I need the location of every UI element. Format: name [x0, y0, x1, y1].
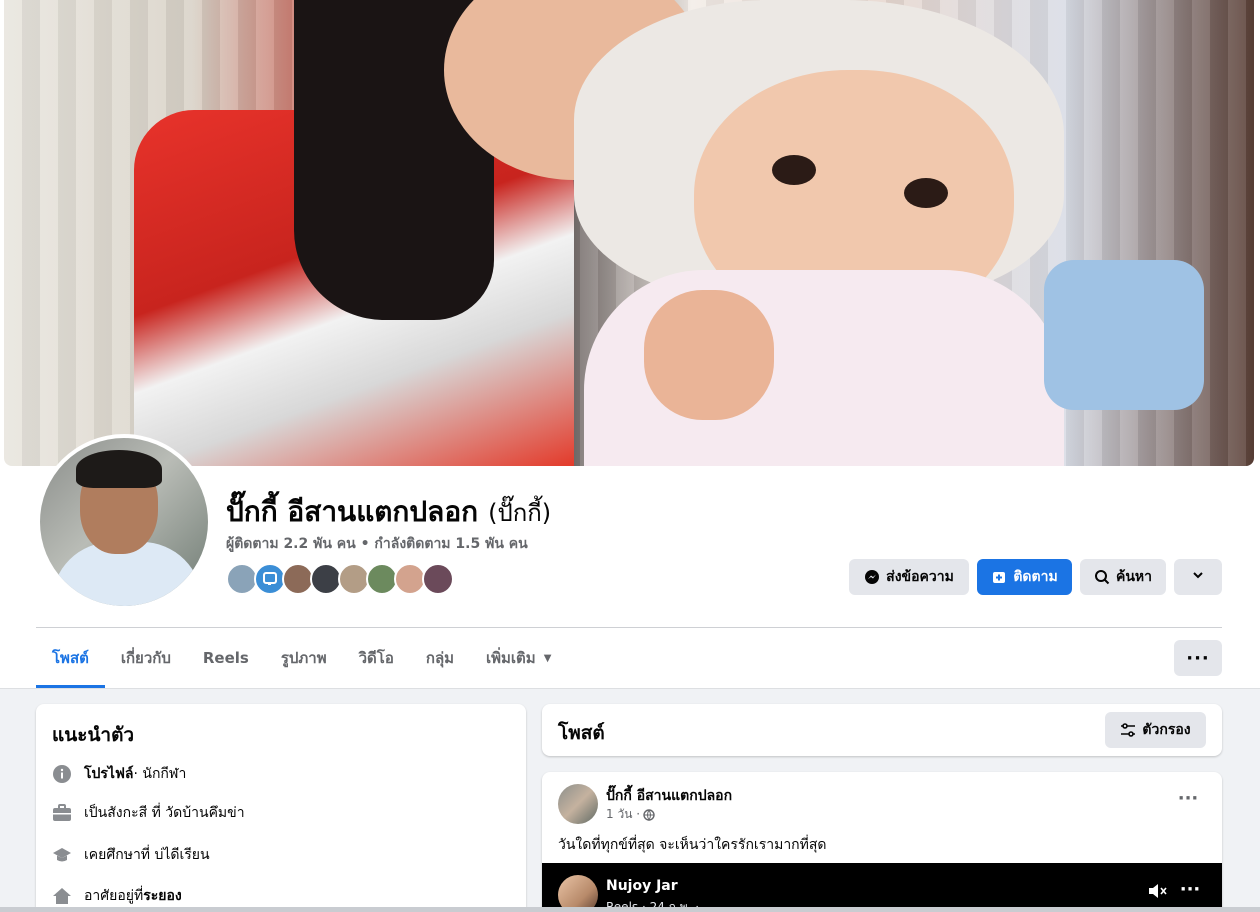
search-button[interactable]: ค้นหา — [1080, 559, 1166, 595]
profile-avatar[interactable] — [36, 434, 212, 610]
ellipsis-icon: ··· — [1186, 647, 1210, 669]
briefcase-icon — [52, 803, 72, 823]
tab-posts[interactable]: โพสต์ — [36, 628, 105, 688]
graduation-cap-icon — [52, 845, 72, 865]
post-time[interactable]: 1 วัน · — [606, 805, 640, 824]
horizontal-scrollbar[interactable] — [0, 907, 1260, 912]
reel-author-name[interactable]: Nujoy Jar — [606, 878, 678, 894]
tab-groups[interactable]: กลุ่ม — [410, 628, 470, 688]
tab-photos[interactable]: รูปภาพ — [265, 628, 343, 688]
profile-header: ปั๊กกี้ อีสานแตกปลอก (ปั๊กกี้) ผู้ติดตาม… — [0, 0, 1260, 689]
posts-header-card: โพสต์ ตัวกรอง — [542, 704, 1222, 756]
shared-reel[interactable]: Nujoy Jar Reels · 24 ก.พ. · ··· — [542, 863, 1222, 912]
filter-icon — [1120, 722, 1136, 738]
mute-button[interactable] — [1144, 881, 1172, 905]
intro-card: แนะนำตัว โปรไฟล์ · นักกีฬา เป็นสังกะสี ท… — [36, 704, 526, 912]
post-options-button[interactable]: ··· — [1170, 788, 1206, 812]
profile-tabs: โพสต์ เกี่ยวกับ Reels รูปภาพ วิดีโอ กลุ่… — [36, 628, 567, 688]
tab-videos[interactable]: วิดีโอ — [343, 628, 410, 688]
profile-alt-name: (ปั๊กกี้) — [488, 499, 552, 527]
post-meta: 1 วัน · — [606, 805, 655, 824]
tab-about[interactable]: เกี่ยวกับ — [105, 628, 187, 688]
intro-title: แนะนำตัว — [52, 724, 135, 746]
reel-options-button[interactable]: ··· — [1176, 879, 1204, 903]
follow-button[interactable]: ติดตาม — [977, 559, 1072, 595]
post-card: ปั๊กกี้ อีสานแตกปลอก 1 วัน · ··· วันใดที… — [542, 772, 1222, 912]
follower-stats[interactable]: ผู้ติดตาม 2.2 พัน คน • กำลังติดตาม 1.5 พ… — [226, 533, 528, 555]
intro-item-location: อาศัยอยู่ที่ ระยอง — [52, 885, 182, 907]
home-icon — [52, 886, 72, 906]
post-author-avatar[interactable] — [558, 784, 598, 824]
friend-avatar[interactable] — [422, 563, 454, 595]
profile-name: ปั๊กกี้ อีสานแตกปลอก — [226, 495, 479, 528]
info-icon — [52, 764, 72, 784]
filter-button[interactable]: ตัวกรอง — [1105, 712, 1206, 748]
tabs-more-button[interactable]: ··· — [1174, 640, 1222, 676]
globe-icon — [643, 808, 655, 821]
intro-item-work: เป็นสังกะสี ที่ วัดบ้านคึมข่า — [52, 802, 245, 824]
message-button[interactable]: ส่งข้อความ — [849, 559, 969, 595]
posts-title: โพสต์ — [558, 722, 605, 744]
intro-item-education: เคยศึกษาที่ บ่ไดีเรียน — [52, 844, 210, 866]
post-text: วันใดที่ทุกข์ที่สุด จะเห็นว่าใครรักเรามา… — [558, 837, 827, 853]
follow-icon — [991, 569, 1007, 585]
speaker-muted-icon — [1147, 882, 1169, 904]
post-author-name[interactable]: ปั๊กกี้ อีสานแตกปลอก — [606, 785, 732, 807]
tab-more[interactable]: เพิ่มเติม ▼ — [470, 628, 567, 688]
search-icon — [1094, 569, 1110, 585]
chevron-down-icon — [1191, 568, 1205, 586]
header-bottom-border — [0, 688, 1260, 689]
profile-name-row: ปั๊กกี้ อีสานแตกปลอก (ปั๊กกี้) — [226, 490, 551, 530]
messenger-icon — [864, 569, 880, 585]
page-icon — [263, 572, 277, 585]
friend-avatars[interactable] — [226, 563, 454, 595]
caret-down-icon: ▼ — [543, 652, 552, 664]
tab-reels[interactable]: Reels — [187, 628, 265, 688]
intro-item-profile: โปรไฟล์ · นักกีฬา — [52, 763, 186, 785]
cover-photo[interactable] — [4, 0, 1254, 466]
more-options-button[interactable] — [1174, 559, 1222, 595]
